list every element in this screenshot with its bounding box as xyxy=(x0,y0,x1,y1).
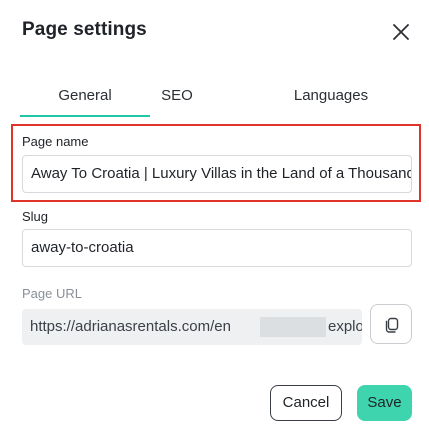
tab-languages[interactable]: Languages xyxy=(266,80,396,114)
page-url-label: Page URL xyxy=(22,286,82,301)
page-name-label: Page name xyxy=(22,134,89,149)
page-url-field: https://adrianasrentals.com/en explore xyxy=(22,309,362,345)
slug-input[interactable]: away-to-croatia xyxy=(22,229,412,267)
close-button[interactable] xyxy=(388,19,414,45)
slug-label: Slug xyxy=(22,209,49,224)
page-url-redacted xyxy=(260,317,326,337)
cancel-button[interactable]: Cancel xyxy=(270,385,342,421)
copy-icon xyxy=(385,317,399,333)
active-tab-indicator xyxy=(20,115,150,117)
dialog-title: Page settings xyxy=(22,19,147,40)
page-url-prefix: https://adrianasrentals.com/en xyxy=(30,318,231,335)
close-icon xyxy=(393,24,409,40)
page-settings-dialog: Page settings General SEO Languages Page… xyxy=(0,0,429,435)
copy-url-button[interactable] xyxy=(370,304,412,344)
save-button[interactable]: Save xyxy=(357,385,412,421)
settings-tabs: General SEO Languages xyxy=(0,80,429,118)
page-name-input[interactable]: Away To Croatia | Luxury Villas in the L… xyxy=(22,155,412,193)
tab-seo[interactable]: SEO xyxy=(112,80,242,114)
page-url-suffix: explore xyxy=(328,318,362,335)
